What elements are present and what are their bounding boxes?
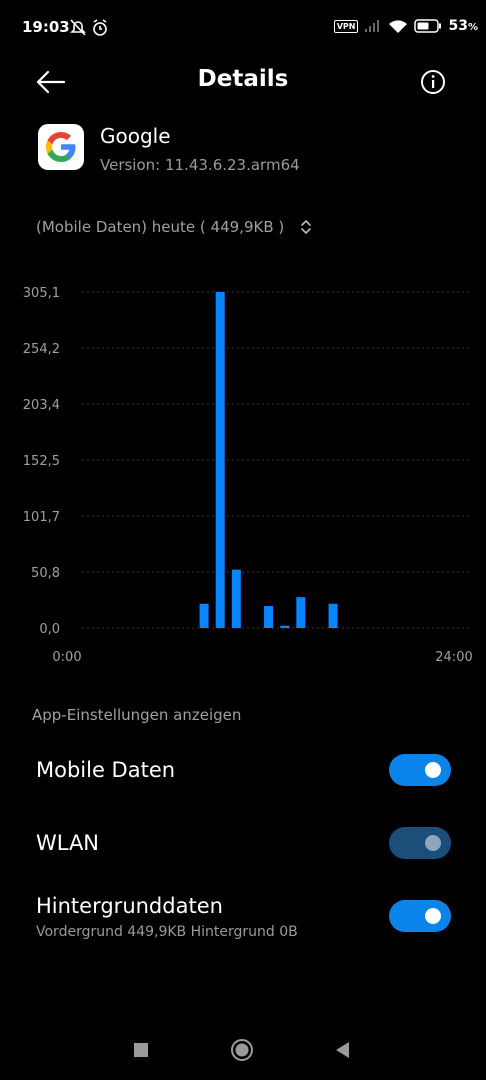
status-right: VPN 53% bbox=[333, 18, 478, 34]
background-data-sublabel: Vordergrund 449,9KB Hintergrund 0B bbox=[36, 924, 298, 940]
alarm-icon bbox=[93, 19, 107, 36]
wifi-icon bbox=[389, 19, 408, 33]
recents-button[interactable] bbox=[134, 1043, 148, 1057]
page-title: Details bbox=[197, 66, 289, 92]
chart-bar bbox=[264, 605, 274, 628]
toggle-knob bbox=[425, 908, 441, 924]
home-button[interactable] bbox=[230, 1038, 254, 1062]
info-button[interactable] bbox=[416, 66, 450, 100]
toggle-knob bbox=[425, 762, 441, 778]
y-tick-label: 50,8 bbox=[31, 566, 60, 581]
y-tick-label: 305,1 bbox=[23, 286, 60, 301]
nav-back-button[interactable] bbox=[334, 1041, 350, 1059]
battery-icon bbox=[414, 19, 442, 33]
google-logo bbox=[46, 132, 76, 162]
y-tick-label: 0,0 bbox=[39, 622, 60, 637]
chart-bar bbox=[328, 603, 338, 628]
app-icon bbox=[38, 124, 84, 170]
background-data-label: Hintergrunddaten bbox=[36, 894, 223, 918]
settings-section-header: App-Einstellungen anzeigen bbox=[32, 706, 242, 724]
x-tick-label: 24:00 bbox=[435, 650, 472, 665]
wlan-toggle[interactable] bbox=[389, 827, 451, 859]
chart-bar bbox=[199, 603, 209, 628]
y-tick-label: 152,5 bbox=[23, 454, 60, 469]
chart-bar bbox=[280, 625, 290, 628]
background-data-toggle[interactable] bbox=[389, 900, 451, 932]
back-triangle-icon bbox=[336, 1042, 349, 1058]
wlan-label: WLAN bbox=[36, 831, 100, 855]
data-usage-chart: 305,1 254,2 203,4 152,5 101,7 50,8 0,0 0:00 24:0… bbox=[23, 286, 473, 665]
vpn-icon: VPN bbox=[333, 19, 359, 33]
y-tick-label: 203,4 bbox=[23, 398, 60, 413]
notifications-off-icon bbox=[70, 19, 86, 36]
y-tick-label: 101,7 bbox=[23, 510, 60, 525]
status-time: 19:03 bbox=[22, 18, 70, 36]
app-version: Version: 11.43.6.23.arm64 bbox=[100, 156, 300, 174]
mobile-data-label: Mobile Daten bbox=[36, 758, 176, 782]
battery-percent: 53% bbox=[448, 18, 478, 34]
status-icons-left bbox=[70, 18, 114, 42]
signal-icon bbox=[365, 20, 380, 32]
chart-bar bbox=[215, 292, 225, 628]
period-selector-label: (Mobile Daten) heute ( 449,9KB ) bbox=[36, 218, 285, 236]
app-name: Google bbox=[100, 124, 171, 148]
chart-bar bbox=[296, 597, 306, 628]
info-icon bbox=[421, 70, 445, 94]
period-selector[interactable]: (Mobile Daten) heute ( 449,9KB ) bbox=[36, 218, 312, 236]
y-tick-label: 254,2 bbox=[23, 342, 60, 357]
mobile-data-toggle[interactable] bbox=[389, 754, 451, 786]
home-circle-icon bbox=[231, 1039, 253, 1061]
x-tick-label: 0:00 bbox=[52, 650, 81, 665]
toggle-knob bbox=[425, 835, 441, 851]
chart-bar bbox=[231, 569, 241, 628]
up-down-chevron-icon bbox=[301, 219, 312, 235]
